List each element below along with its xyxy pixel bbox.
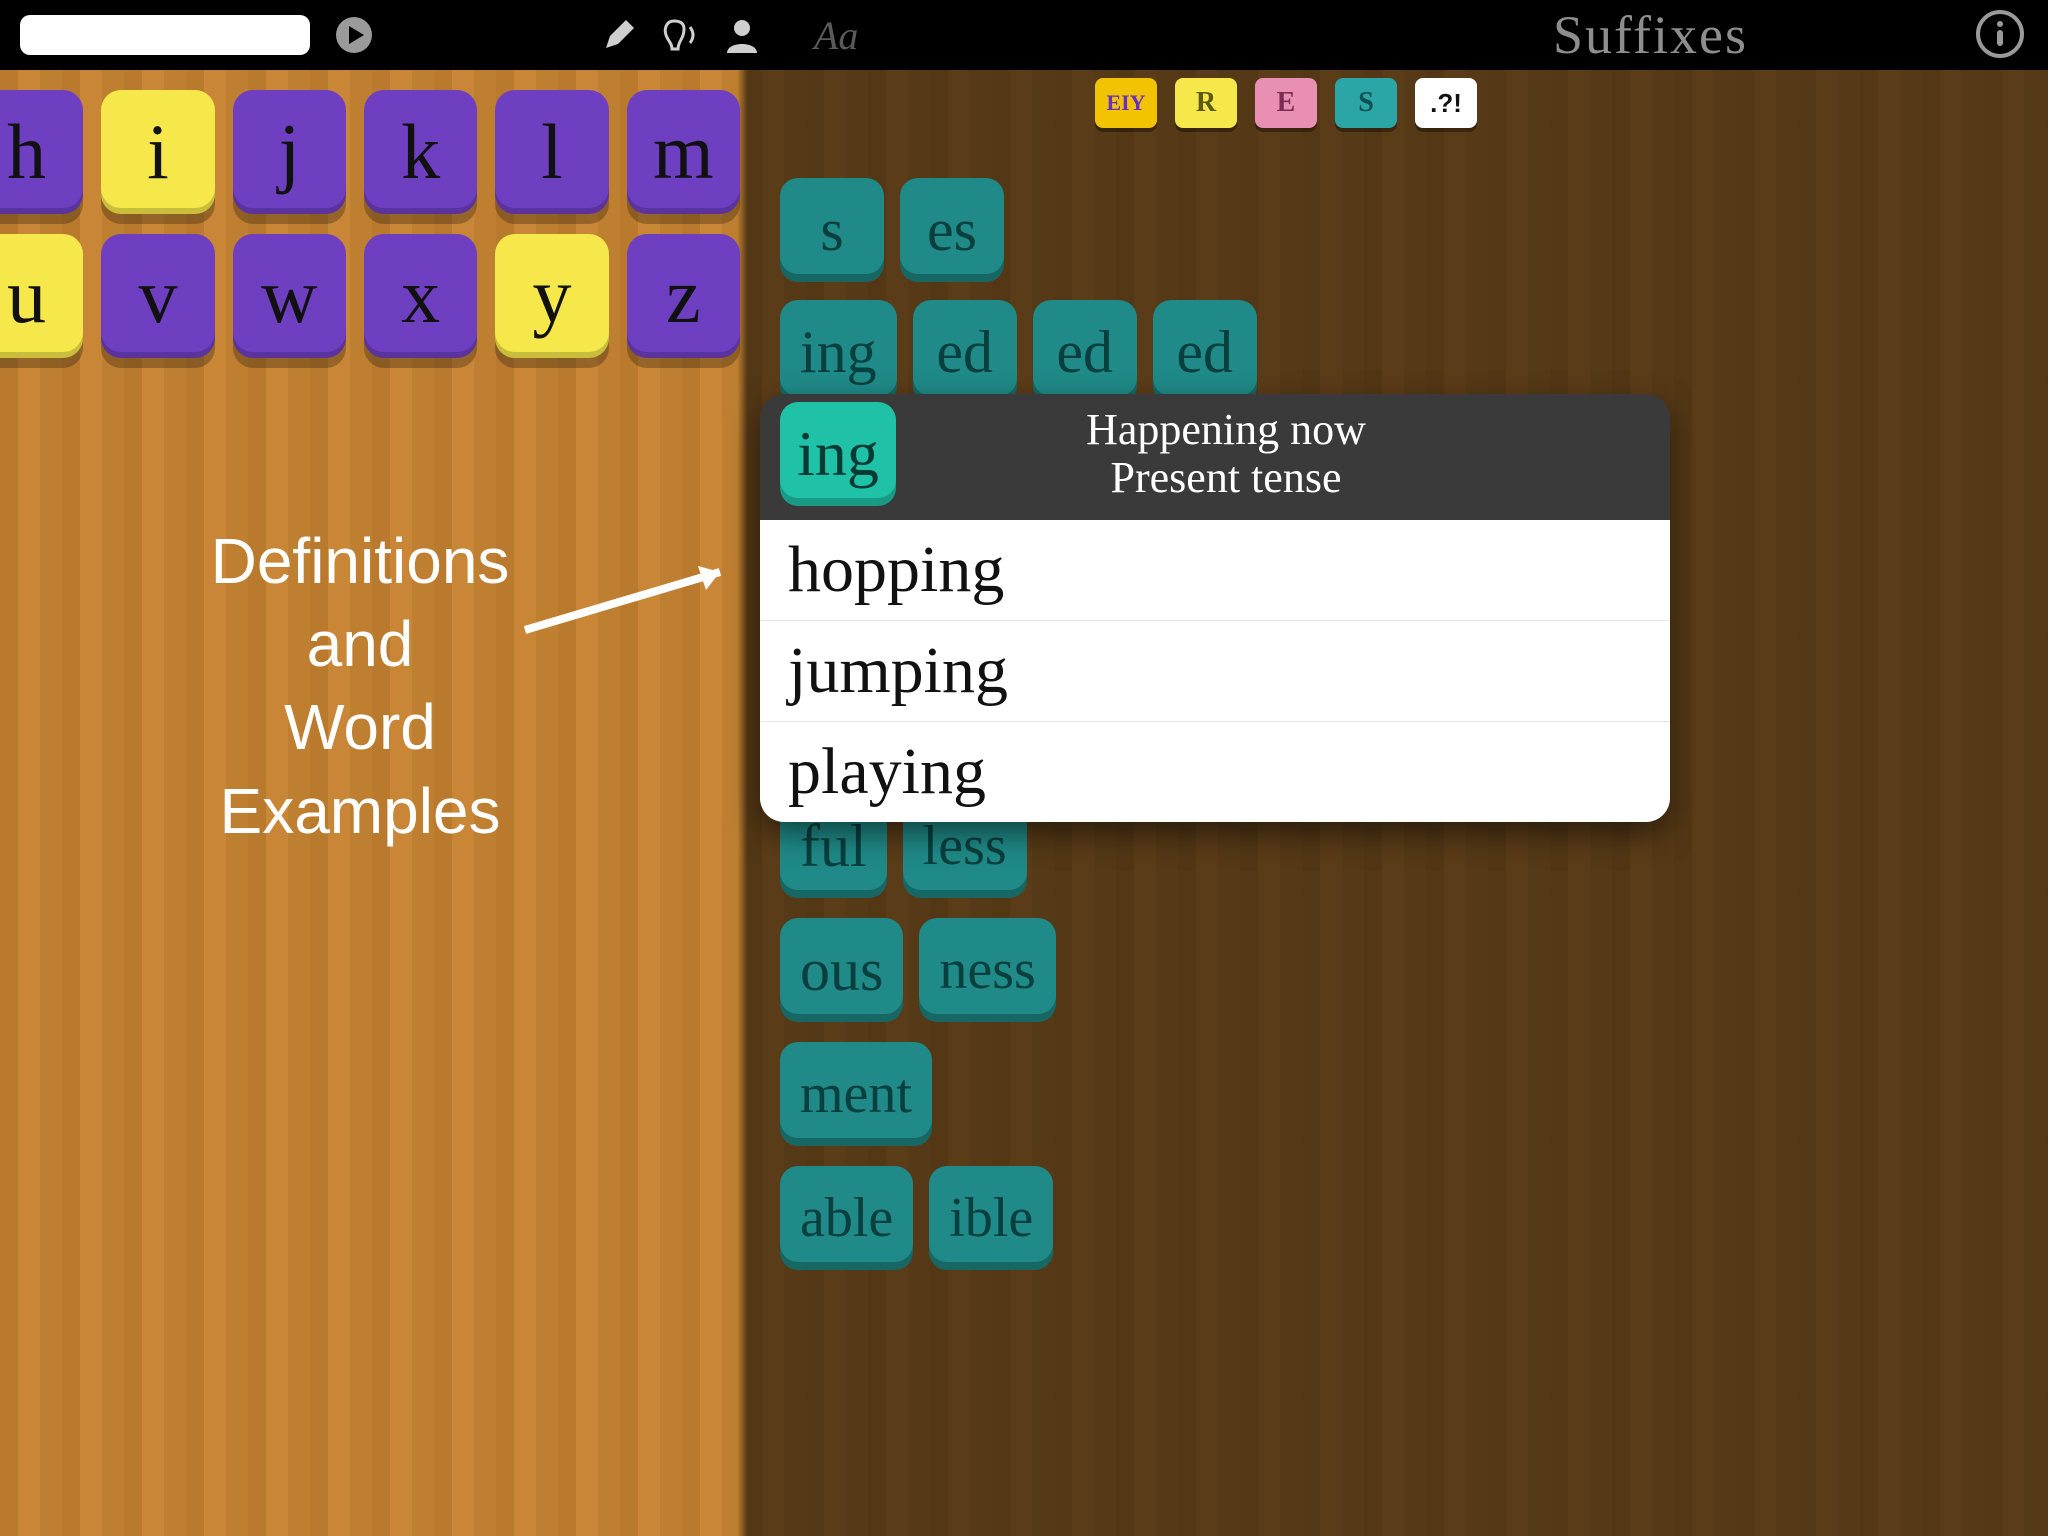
suffix-tile-ible[interactable]: ible [929,1166,1053,1270]
letter-board: hijklm uvwxyz [0,70,740,358]
pencil-icon[interactable] [602,18,636,52]
letter-key-l[interactable]: l [495,90,608,214]
search-input[interactable] [20,15,310,55]
suffix-tile-ed[interactable]: ed [913,300,1017,404]
top-toolbar: Aa Suffixes [0,0,2048,70]
example-word[interactable]: jumping [760,621,1670,722]
letter-key-y[interactable]: y [495,234,608,358]
popover-line2: Present tense [922,454,1530,502]
user-icon[interactable] [724,17,760,53]
letter-key-h[interactable]: h [0,90,83,214]
suffix-tile-ment[interactable]: ment [780,1042,932,1146]
popover-body: hoppingjumpingplaying [760,520,1670,822]
suffix-tile-ing[interactable]: ing [780,300,897,404]
annotation-line: Definitions [150,520,570,603]
suffix-tile-s[interactable]: s [780,178,884,282]
chip-s[interactable]: S [1335,78,1397,128]
popover-line1: Happening now [922,406,1530,454]
annotation-line: Word [150,686,570,769]
page-title: Suffixes [1553,4,1748,66]
suffix-tile-ed[interactable]: ed [1033,300,1137,404]
chip-punctuation[interactable]: .?! [1415,78,1477,128]
play-circle-icon[interactable] [334,15,374,55]
popover-tile-ing[interactable]: ing [780,402,896,506]
suffix-popover: ing Happening now Present tense hoppingj… [760,394,1670,822]
chip-r[interactable]: R [1175,78,1237,128]
info-icon[interactable] [1976,10,2024,58]
letter-key-j[interactable]: j [233,90,346,214]
filter-chip-row: EIY R E S .?! [1095,78,1477,128]
suffix-tile-es[interactable]: es [900,178,1004,282]
suffix-tile-ed[interactable]: ed [1153,300,1257,404]
annotation-text: Definitions and Word Examples [150,520,570,853]
popover-title: Happening now Present tense [922,406,1650,503]
letter-key-k[interactable]: k [364,90,477,214]
suffix-tile-ness[interactable]: ness [919,918,1055,1022]
letter-key-x[interactable]: x [364,234,477,358]
letter-key-z[interactable]: z [627,234,740,358]
letter-key-i[interactable]: i [101,90,214,214]
example-word[interactable]: playing [760,722,1670,822]
letter-key-m[interactable]: m [627,90,740,214]
letter-key-v[interactable]: v [101,234,214,358]
chip-eiy[interactable]: EIY [1095,78,1157,128]
annotation-arrow-icon [520,560,750,640]
annotation-line: Examples [150,770,570,853]
letter-key-w[interactable]: w [233,234,346,358]
popover-header: ing Happening now Present tense [760,394,1670,520]
letter-key-u[interactable]: u [0,234,83,358]
example-word[interactable]: hopping [760,520,1670,621]
annotation-line: and [150,603,570,686]
chip-e[interactable]: E [1255,78,1317,128]
suffix-tile-able[interactable]: able [780,1166,913,1270]
suffix-tile-ous[interactable]: ous [780,918,903,1022]
font-aa-icon[interactable]: Aa [814,12,858,59]
ear-sound-icon[interactable] [660,15,700,55]
